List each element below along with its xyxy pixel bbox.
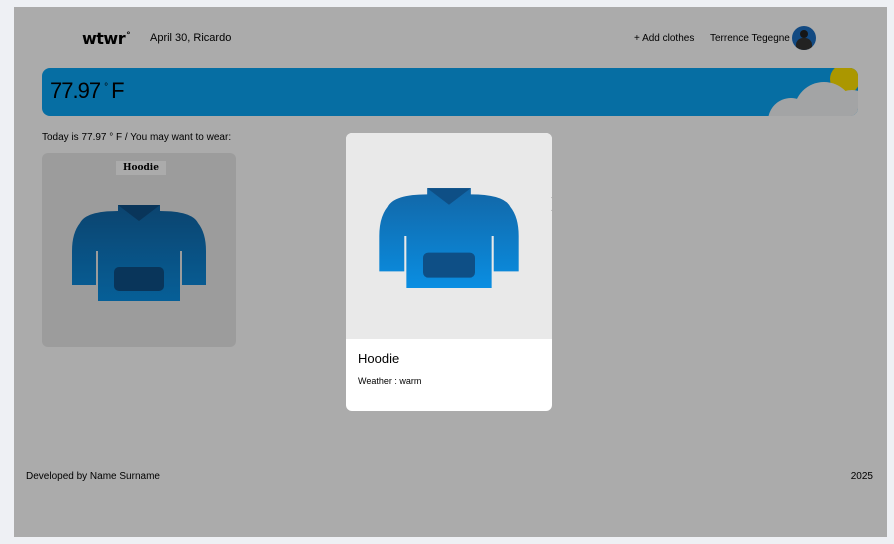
- modal-title: Hoodie: [358, 351, 400, 366]
- modal-weather: Weather : warm: [358, 376, 422, 386]
- close-button[interactable]: [518, 143, 552, 211]
- app-page: wtwr° April 30, Ricardo + Add clothes Te…: [14, 7, 887, 537]
- close-icon: [551, 197, 552, 211]
- item-modal: Hoodie Weather : warm: [346, 133, 552, 411]
- modal-item-image: [346, 133, 552, 339]
- hoodie-icon: [379, 188, 519, 288]
